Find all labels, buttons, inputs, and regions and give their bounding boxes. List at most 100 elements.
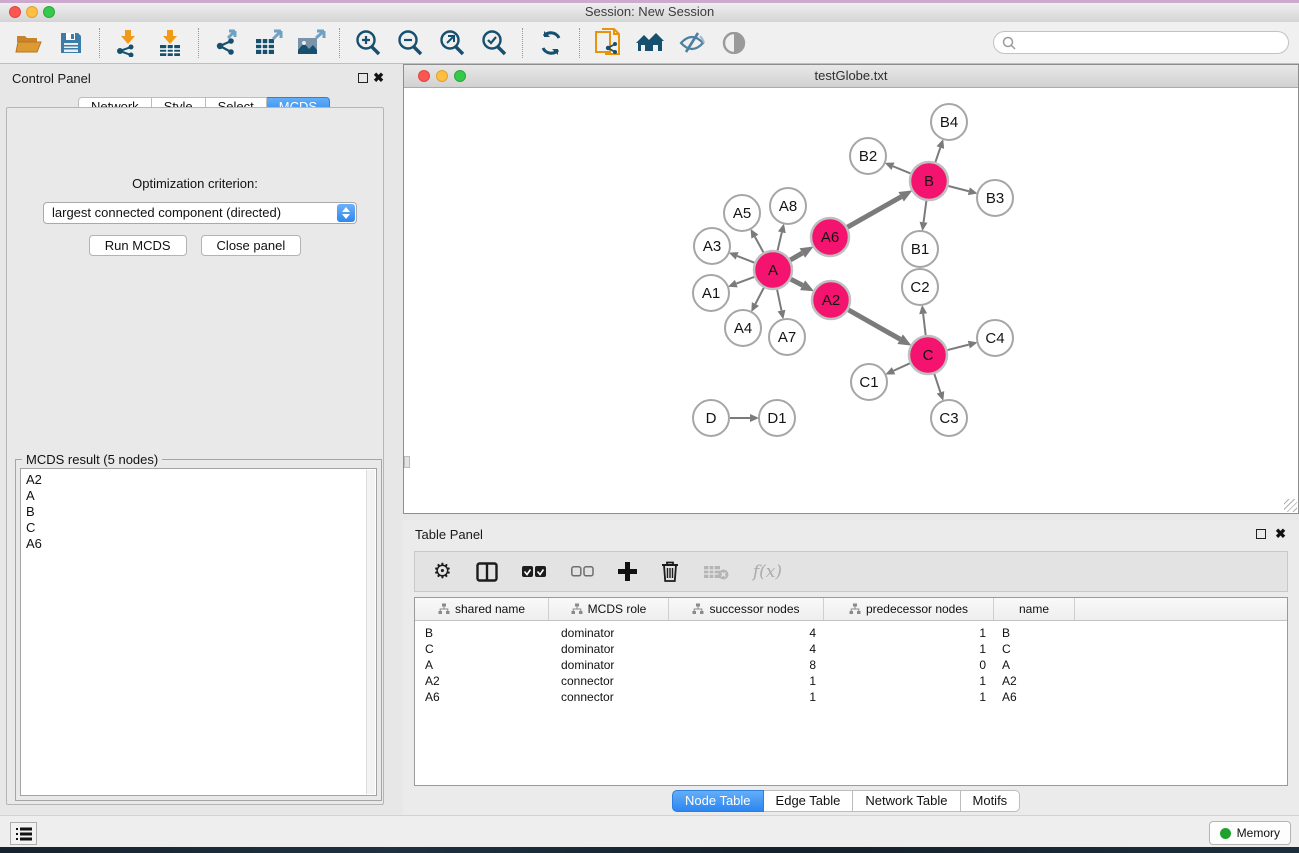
maximize-view-button[interactable]: [454, 70, 466, 82]
deselect-all-checkboxes-icon[interactable]: [571, 566, 594, 577]
graph-node-A3[interactable]: A3: [694, 228, 730, 264]
scrollbar-track[interactable]: [366, 470, 375, 794]
search-field[interactable]: [993, 31, 1289, 54]
float-panel-icon[interactable]: [1256, 529, 1266, 539]
network-graph[interactable]: AA1A2A3A4A5A6A7A8BB1B2B3B4CC1C2C3C4DD1: [404, 88, 1298, 513]
graph-edge-C-C4[interactable]: [947, 345, 968, 350]
zoom-in-icon[interactable]: [352, 27, 384, 59]
tab-node-table[interactable]: Node Table: [672, 790, 764, 812]
zoom-fit-icon[interactable]: [436, 27, 468, 59]
float-panel-icon[interactable]: [358, 73, 368, 83]
graph-node-C4[interactable]: C4: [977, 320, 1013, 356]
node-table[interactable]: shared name MCDS role successor nodes pr…: [414, 597, 1288, 786]
run-mcds-button[interactable]: Run MCDS: [89, 235, 187, 256]
zoom-window-button[interactable]: [43, 6, 55, 18]
criterion-dropdown[interactable]: largest connected component (directed): [43, 202, 357, 224]
graph-node-C[interactable]: C: [909, 336, 947, 374]
mcds-result-item[interactable]: A6: [26, 536, 376, 552]
dropdown-stepper-icon[interactable]: [337, 204, 355, 222]
graph-node-B4[interactable]: B4: [931, 104, 967, 140]
graph-edge-B-B2[interactable]: [893, 166, 911, 173]
graph-node-A[interactable]: A: [754, 251, 792, 289]
tab-edge-table[interactable]: Edge Table: [764, 790, 854, 812]
hide-panel-eye-slash-icon[interactable]: [676, 27, 708, 59]
columns-icon[interactable]: [476, 562, 498, 582]
graph-edge-A-A8[interactable]: [778, 232, 782, 250]
resize-grip-icon[interactable]: [1284, 499, 1297, 512]
graph-node-A1[interactable]: A1: [693, 275, 729, 311]
graph-edge-A-A6[interactable]: [790, 253, 802, 260]
table-row[interactable]: Adominator80A: [415, 657, 1287, 673]
mcds-result-item[interactable]: A: [26, 488, 376, 504]
select-all-checkboxes-icon[interactable]: [522, 566, 547, 578]
graph-node-B1[interactable]: B1: [902, 231, 938, 267]
graph-node-B[interactable]: B: [910, 162, 948, 200]
graph-node-C1[interactable]: C1: [851, 364, 887, 400]
refresh-icon[interactable]: [535, 27, 567, 59]
close-panel-icon[interactable]: ✖: [373, 70, 384, 86]
mcds-result-item[interactable]: B: [26, 504, 376, 520]
graph-edge-C-C2[interactable]: [923, 314, 926, 335]
close-view-button[interactable]: [418, 70, 430, 82]
tab-network-table[interactable]: Network Table: [853, 790, 960, 812]
graph-edge-A-A7[interactable]: [777, 290, 781, 311]
settings-gear-icon[interactable]: ⚙: [433, 562, 452, 582]
network-window-titlebar[interactable]: testGlobe.txt: [404, 65, 1298, 88]
export-image-icon[interactable]: [295, 27, 327, 59]
graph-node-C2[interactable]: C2: [902, 269, 938, 305]
graph-edge-A-A3[interactable]: [737, 256, 754, 263]
graph-node-A4[interactable]: A4: [725, 310, 761, 346]
column-header-mcds-role[interactable]: MCDS role: [549, 598, 669, 620]
open-session-icon[interactable]: [13, 27, 45, 59]
graph-edge-C-C1[interactable]: [894, 363, 910, 370]
mcds-result-item[interactable]: C: [26, 520, 376, 536]
column-header-successor-nodes[interactable]: successor nodes: [669, 598, 824, 620]
graph-edge-A-A4[interactable]: [755, 288, 763, 304]
table-row[interactable]: A6connector11A6: [415, 689, 1287, 705]
graph-node-A5[interactable]: A5: [724, 195, 760, 231]
task-history-button[interactable]: [10, 822, 37, 845]
search-input[interactable]: [1016, 34, 1288, 52]
graph-node-B2[interactable]: B2: [850, 138, 886, 174]
table-row[interactable]: A2connector11A2: [415, 673, 1287, 689]
show-panel-eye-icon[interactable]: [718, 27, 750, 59]
close-panel-icon[interactable]: ✖: [1275, 526, 1286, 542]
graph-edge-A-A1[interactable]: [736, 277, 754, 284]
zoom-out-icon[interactable]: [394, 27, 426, 59]
graph-node-D1[interactable]: D1: [759, 400, 795, 436]
duplicate-network-icon[interactable]: [592, 27, 624, 59]
close-window-button[interactable]: [9, 6, 21, 18]
delete-row-trash-icon[interactable]: [661, 561, 679, 582]
graph-edge-A6-B[interactable]: [847, 197, 901, 227]
import-table-icon[interactable]: [154, 27, 186, 59]
column-header-predecessor-nodes[interactable]: predecessor nodes: [824, 598, 994, 620]
graph-node-A6[interactable]: A6: [811, 218, 849, 256]
splitter-handle[interactable]: [404, 456, 410, 468]
graph-node-A2[interactable]: A2: [812, 281, 850, 319]
tab-motifs[interactable]: Motifs: [961, 790, 1021, 812]
graph-edge-B-B3[interactable]: [948, 186, 968, 191]
graph-node-A7[interactable]: A7: [769, 319, 805, 355]
home-icon[interactable]: [634, 27, 666, 59]
graph-node-D[interactable]: D: [693, 400, 729, 436]
table-row[interactable]: Bdominator41B: [415, 625, 1287, 641]
network-canvas[interactable]: AA1A2A3A4A5A6A7A8BB1B2B3B4CC1C2C3C4DD1: [404, 88, 1298, 513]
zoom-selected-icon[interactable]: [478, 27, 510, 59]
close-panel-button[interactable]: Close panel: [201, 235, 302, 256]
table-row[interactable]: Cdominator41C: [415, 641, 1287, 657]
add-row-icon[interactable]: [618, 562, 637, 581]
graph-edge-B-B4[interactable]: [935, 148, 940, 162]
graph-node-B3[interactable]: B3: [977, 180, 1013, 216]
mcds-result-list[interactable]: A2ABCA6: [20, 468, 377, 796]
import-network-icon[interactable]: [112, 27, 144, 59]
graph-edge-C-C3[interactable]: [934, 374, 940, 392]
graph-edge-A-A2[interactable]: [791, 279, 803, 285]
memory-button[interactable]: Memory: [1209, 821, 1291, 845]
graph-edge-B-B1[interactable]: [924, 201, 927, 222]
column-header-shared-name[interactable]: shared name: [415, 598, 549, 620]
graph-edge-A-A5[interactable]: [755, 237, 764, 253]
mcds-result-item[interactable]: A2: [26, 472, 376, 488]
export-table-icon[interactable]: [253, 27, 285, 59]
graph-node-A8[interactable]: A8: [770, 188, 806, 224]
graph-edge-A2-C[interactable]: [848, 310, 900, 339]
